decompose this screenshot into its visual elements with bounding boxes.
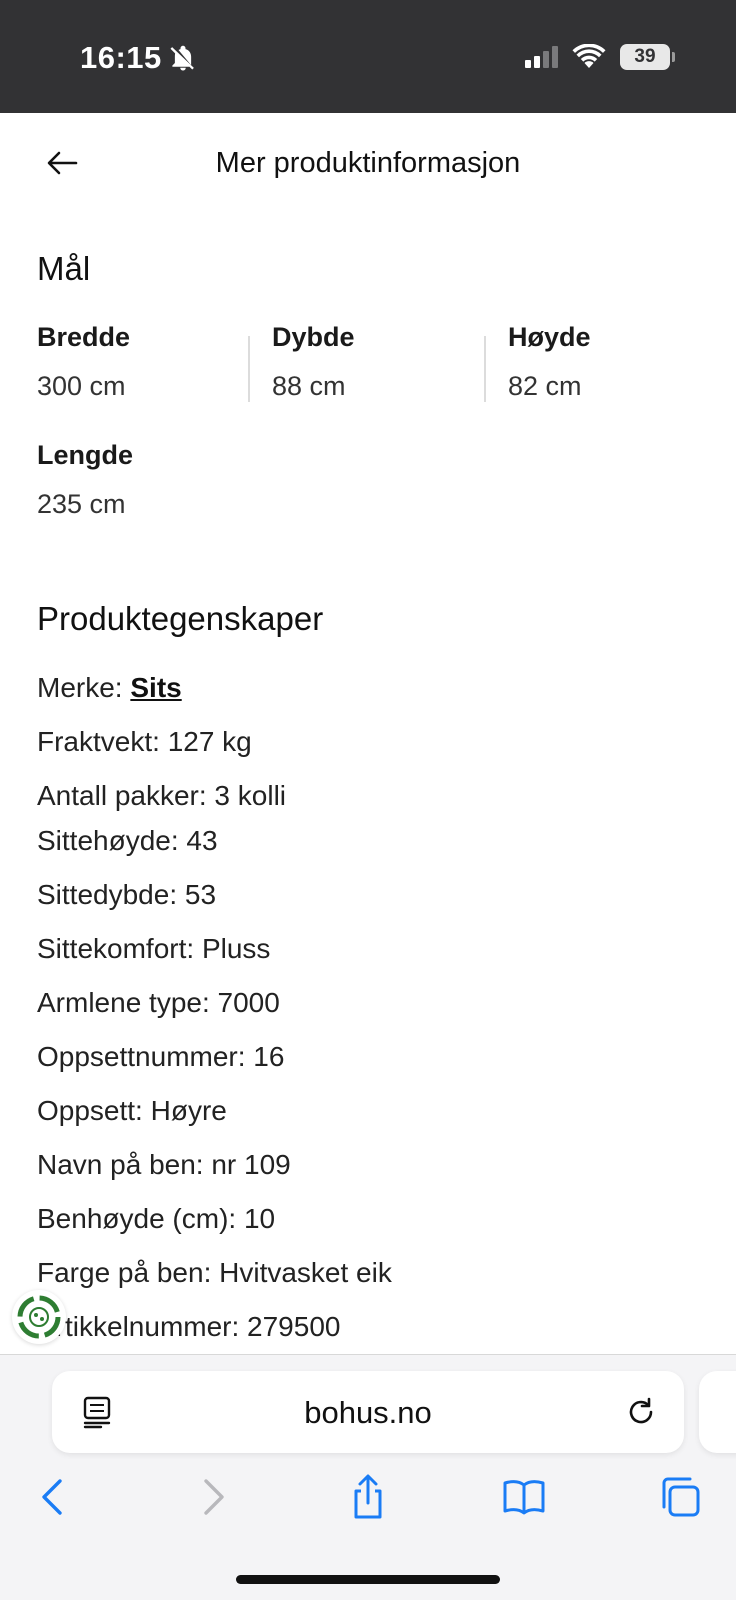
dimension-length: Lengde 235 cm xyxy=(37,440,257,520)
property-item: Sittehøyde: 43 xyxy=(37,825,218,856)
forward-icon[interactable] xyxy=(188,1473,236,1521)
page-header: Mer produktinformasjon xyxy=(0,113,736,213)
bookmarks-icon[interactable] xyxy=(500,1473,548,1521)
reload-icon[interactable] xyxy=(624,1395,658,1429)
property-item: Antall pakker: 3 kolli xyxy=(37,780,287,811)
dimension-label: Bredde xyxy=(37,322,131,352)
property-item: Fraktvekt: 127 kg xyxy=(37,726,252,757)
property-item: Navn på ben: nr 109 xyxy=(37,1149,291,1180)
status-time: 16:15 xyxy=(80,40,162,75)
bell-off-icon xyxy=(170,45,194,71)
back-icon[interactable] xyxy=(30,1473,78,1521)
browser-toolbar xyxy=(0,1473,736,1533)
browser-bottom-bar: bohus.no xyxy=(0,1354,736,1600)
share-icon[interactable] xyxy=(344,1473,392,1521)
battery-level: 39 xyxy=(634,46,656,67)
dimension-height: Høyde 82 cm xyxy=(508,322,728,402)
wifi-icon xyxy=(572,44,606,68)
home-indicator xyxy=(236,1575,500,1584)
next-tab-preview[interactable] xyxy=(699,1371,736,1453)
property-item: Benhøyde (cm): 10 xyxy=(37,1203,276,1234)
dimension-value: 82 cm xyxy=(508,371,582,401)
divider xyxy=(484,336,486,402)
cellular-signal-icon xyxy=(525,46,558,68)
dimensions-section: Mål xyxy=(37,250,697,288)
divider xyxy=(248,336,250,402)
property-item: Sittedybde: 53 xyxy=(37,879,217,910)
battery-icon: 39 xyxy=(620,44,675,70)
status-icons: 39 xyxy=(525,44,675,70)
brand-link[interactable]: Sits xyxy=(130,672,181,703)
property-item: Artikkelnummer: 279500 xyxy=(37,1311,341,1342)
eco-badge[interactable] xyxy=(12,1290,66,1344)
property-item: Sittekomfort: Pluss xyxy=(37,933,271,964)
brand-label: Merke: xyxy=(37,672,123,703)
dimension-label: Lengde xyxy=(37,440,134,470)
property-item: Oppsett: Høyre xyxy=(37,1095,227,1126)
dimension-label: Dybde xyxy=(272,322,355,352)
dimension-depth: Dybde 88 cm xyxy=(272,322,492,402)
url-text: bohus.no xyxy=(304,1395,432,1430)
dimension-value: 88 cm xyxy=(272,371,346,401)
dimensions-title: Mål xyxy=(37,250,91,287)
properties-title: Produktegenskaper xyxy=(37,600,324,637)
address-bar[interactable]: bohus.no xyxy=(52,1371,684,1453)
page-title: Mer produktinformasjon xyxy=(215,147,521,179)
dimension-value: 300 cm xyxy=(37,371,126,401)
property-item: Oppsettnummer: 16 xyxy=(37,1041,285,1072)
dimension-value: 235 cm xyxy=(37,489,126,519)
property-item: Armlene type: 7000 xyxy=(37,987,280,1018)
dimension-width: Bredde 300 cm xyxy=(37,322,257,402)
property-item: Farge på ben: Hvitvasket eik xyxy=(37,1257,392,1288)
eco-recycle-icon xyxy=(17,1295,61,1339)
status-bar: 16:15 39 xyxy=(0,0,736,113)
dimension-label: Høyde xyxy=(508,322,591,352)
property-brand: Merke: Sits xyxy=(37,672,182,704)
tabs-icon[interactable] xyxy=(656,1473,704,1521)
status-time-group: 16:15 xyxy=(80,40,198,76)
